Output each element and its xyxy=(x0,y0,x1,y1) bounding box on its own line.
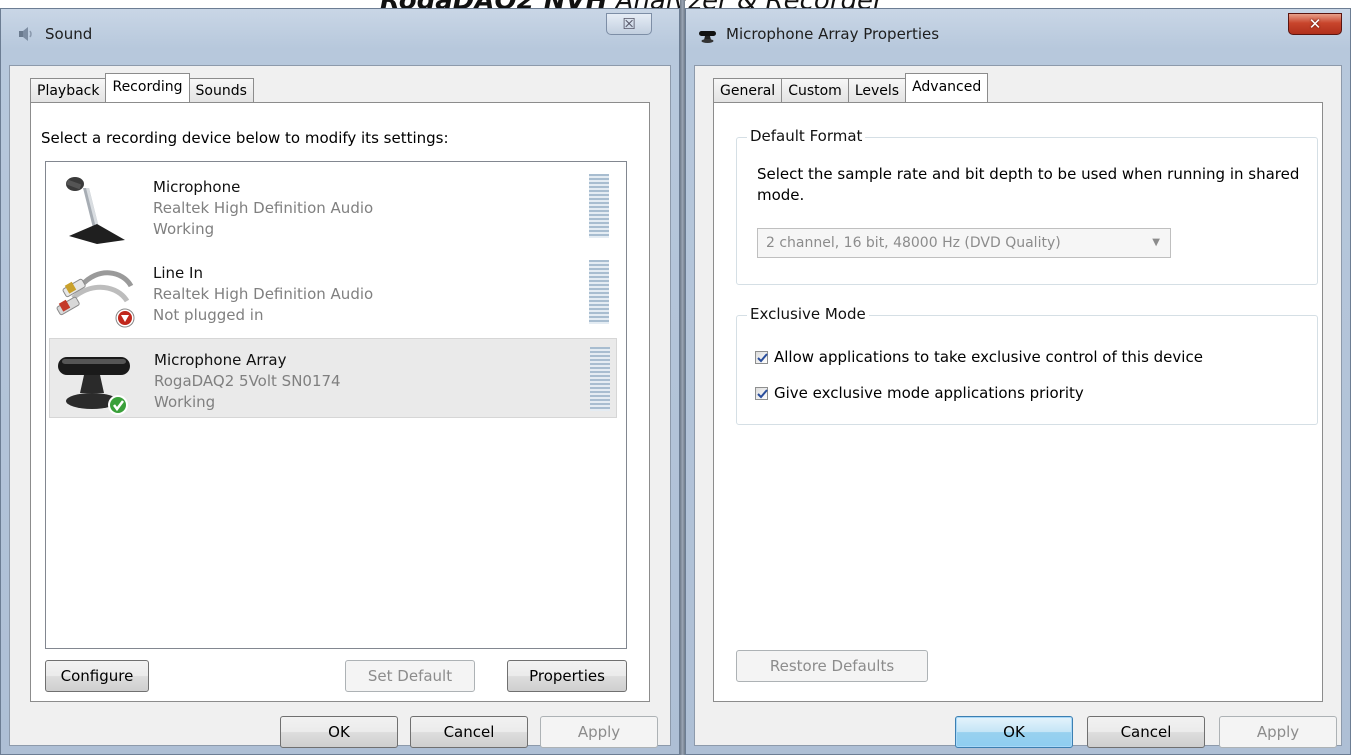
exclusive-priority-label: Give exclusive mode applications priorit… xyxy=(774,384,1084,402)
properties-apply-button[interactable]: Apply xyxy=(1219,716,1337,748)
device-driver: Realtek High Definition Audio xyxy=(153,285,374,303)
level-meter xyxy=(590,347,610,411)
sound-titlebar[interactable]: Sound ☒ xyxy=(1,9,679,57)
properties-window-title: Microphone Array Properties xyxy=(726,25,940,43)
allow-exclusive-checkbox-row[interactable]: Allow applications to take exclusive con… xyxy=(755,348,1203,366)
level-meter xyxy=(589,260,609,324)
recording-panel: Select a recording device below to modif… xyxy=(30,102,650,702)
microphone-stand-icon xyxy=(66,177,125,244)
tab-custom[interactable]: Custom xyxy=(781,78,849,102)
exclusive-mode-title: Exclusive Mode xyxy=(747,305,869,323)
device-name: Microphone Array xyxy=(154,351,287,369)
speaker-icon xyxy=(19,27,32,41)
rca-cable-icon xyxy=(56,270,135,328)
close-icon: ✕ xyxy=(1308,15,1322,33)
microphone-array-small-icon xyxy=(699,31,716,43)
exclusive-mode-group: Exclusive Mode Allow applications to tak… xyxy=(736,305,1318,425)
properties-client-area: General Custom Levels Advanced Default F… xyxy=(694,65,1342,748)
properties-window: Microphone Array Properties ✕ General Cu… xyxy=(685,8,1351,755)
restore-defaults-button[interactable]: Restore Defaults xyxy=(736,650,928,682)
sound-client-area: Playback Recording Sounds Select a recor… xyxy=(9,65,671,748)
tab-sounds[interactable]: Sounds xyxy=(188,78,254,102)
default-format-group: Default Format Select the sample rate an… xyxy=(736,127,1318,285)
allow-exclusive-label: Allow applications to take exclusive con… xyxy=(774,348,1203,366)
device-status: Working xyxy=(153,220,215,238)
tab-general[interactable]: General xyxy=(713,78,783,102)
sound-apply-button[interactable]: Apply xyxy=(540,716,658,748)
default-format-title: Default Format xyxy=(747,127,866,145)
sound-window-title: Sound xyxy=(45,25,93,43)
configure-button[interactable]: Configure xyxy=(45,660,149,692)
tab-playback[interactable]: Playback xyxy=(30,78,107,102)
checkmark-icon xyxy=(757,388,768,398)
device-name: Microphone xyxy=(153,178,241,196)
device-line-in[interactable]: Line In Realtek High Definition Audio No… xyxy=(49,252,617,332)
sound-cancel-button[interactable]: Cancel xyxy=(410,716,528,748)
close-icon: ☒ xyxy=(622,15,636,33)
properties-titlebar[interactable]: Microphone Array Properties ✕ xyxy=(686,9,1350,57)
device-list[interactable]: Microphone Realtek High Definition Audio… xyxy=(45,161,627,649)
device-status: Working xyxy=(154,393,216,411)
chevron-down-icon: ▼ xyxy=(1152,237,1160,248)
sound-close-button[interactable]: ☒ xyxy=(606,13,652,35)
device-status: Not plugged in xyxy=(153,306,264,324)
tab-levels[interactable]: Levels xyxy=(847,78,907,102)
tab-recording[interactable]: Recording xyxy=(105,73,190,102)
properties-cancel-button[interactable]: Cancel xyxy=(1087,716,1205,748)
checkmark-icon xyxy=(757,352,768,362)
format-select-value: 2 channel, 16 bit, 48000 Hz (DVD Quality… xyxy=(766,235,1061,251)
default-format-description: Select the sample rate and bit depth to … xyxy=(757,165,1300,204)
microphone-array-icon xyxy=(58,357,130,415)
device-microphone[interactable]: Microphone Realtek High Definition Audio… xyxy=(49,166,617,246)
device-microphone-array[interactable]: Microphone Array RogaDAQ2 5Volt SN0174 W… xyxy=(49,338,617,418)
sound-ok-button[interactable]: OK xyxy=(280,716,398,748)
properties-ok-button[interactable]: OK xyxy=(955,716,1073,748)
set-default-button[interactable]: Set Default xyxy=(345,660,475,692)
properties-tabs: General Custom Levels Advanced xyxy=(713,73,989,102)
advanced-panel: Default Format Select the sample rate an… xyxy=(713,102,1323,702)
level-meter xyxy=(589,174,609,238)
exclusive-priority-checkbox-row[interactable]: Give exclusive mode applications priorit… xyxy=(755,384,1084,402)
tab-advanced[interactable]: Advanced xyxy=(905,73,989,102)
device-driver: Realtek High Definition Audio xyxy=(153,199,374,217)
properties-close-button[interactable]: ✕ xyxy=(1288,13,1342,35)
default-green-check-icon xyxy=(110,397,126,413)
sound-tabs: Playback Recording Sounds xyxy=(30,73,254,102)
allow-exclusive-checkbox[interactable] xyxy=(755,350,768,364)
device-driver: RogaDAQ2 5Volt SN0174 xyxy=(154,372,341,390)
exclusive-priority-checkbox[interactable] xyxy=(755,386,768,400)
recording-caption: Select a recording device below to modif… xyxy=(41,129,449,147)
properties-button[interactable]: Properties xyxy=(507,660,627,692)
format-select[interactable]: 2 channel, 16 bit, 48000 Hz (DVD Quality… xyxy=(757,228,1171,258)
sound-window: Sound ☒ Playback Recording Sounds Select… xyxy=(0,8,680,755)
device-name: Line In xyxy=(153,264,203,282)
